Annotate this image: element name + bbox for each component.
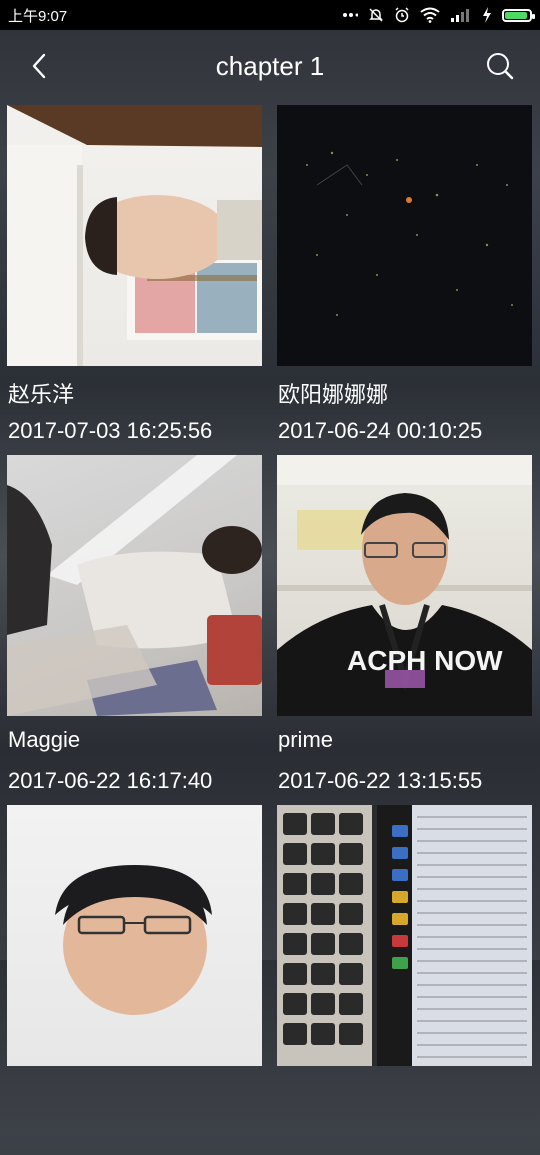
item-name: 赵乐洋: [8, 382, 75, 407]
item-name: prime: [278, 727, 334, 752]
video-thumbnail[interactable]: ACPH NOW: [277, 455, 532, 716]
battery-icon: [502, 8, 535, 22]
alarm-icon: [395, 7, 409, 23]
status-time: 上午9:07: [8, 7, 68, 25]
thumbnail-image: [7, 455, 262, 716]
video-thumbnail[interactable]: [7, 805, 262, 1066]
wifi-icon: [420, 7, 440, 23]
search-button[interactable]: [480, 46, 520, 86]
svg-text:ACPH NOW: ACPH NOW: [347, 645, 503, 676]
item-date: 2017-06-22 16:17:40: [8, 768, 213, 793]
thumbnail-image: [55, 865, 212, 1015]
thumbnail-image: ACPH NOW: [277, 455, 532, 716]
grid-item[interactable]: [270, 805, 540, 1155]
back-button[interactable]: [20, 46, 60, 86]
app-bar: chapter 1: [0, 30, 540, 102]
signal-dots-icon: [343, 13, 358, 17]
item-date: 2017-07-03 16:25:56: [8, 418, 213, 443]
status-icons: [342, 7, 535, 23]
video-thumbnail[interactable]: [7, 455, 262, 716]
grid-item[interactable]: ACPH NOW prime 2017-06-22 13:15:55: [270, 455, 540, 805]
chevron-left-icon: [32, 53, 46, 79]
video-thumbnail[interactable]: [277, 105, 532, 366]
thumbnail-image: [306, 151, 513, 316]
search-icon: [487, 53, 514, 80]
video-thumbnail[interactable]: [7, 105, 262, 366]
video-grid: 赵乐洋 2017-07-03 16:25:56 欧阳娜娜娜 2017-06-24…: [0, 105, 540, 1155]
charging-icon: [483, 7, 491, 23]
thumbnail-image: [277, 805, 532, 1066]
item-name: 欧阳娜娜娜: [278, 382, 389, 407]
item-name: Maggie: [8, 727, 81, 752]
status-bar: 上午9:07: [0, 0, 540, 30]
item-date: 2017-06-22 13:15:55: [278, 768, 483, 793]
item-date: 2017-06-24 00:10:25: [278, 418, 483, 443]
signal-bars-icon: [451, 9, 469, 22]
mute-bell-icon: [369, 8, 383, 22]
grid-item[interactable]: Maggie 2017-06-22 16:17:40: [0, 455, 270, 805]
page-title: chapter 1: [215, 50, 325, 81]
thumbnail-image: [7, 105, 262, 366]
grid-item[interactable]: 赵乐洋 2017-07-03 16:25:56: [0, 105, 270, 455]
grid-item[interactable]: [0, 805, 270, 1155]
grid-item[interactable]: 欧阳娜娜娜 2017-06-24 00:10:25: [270, 105, 540, 455]
video-thumbnail[interactable]: [277, 805, 532, 1066]
